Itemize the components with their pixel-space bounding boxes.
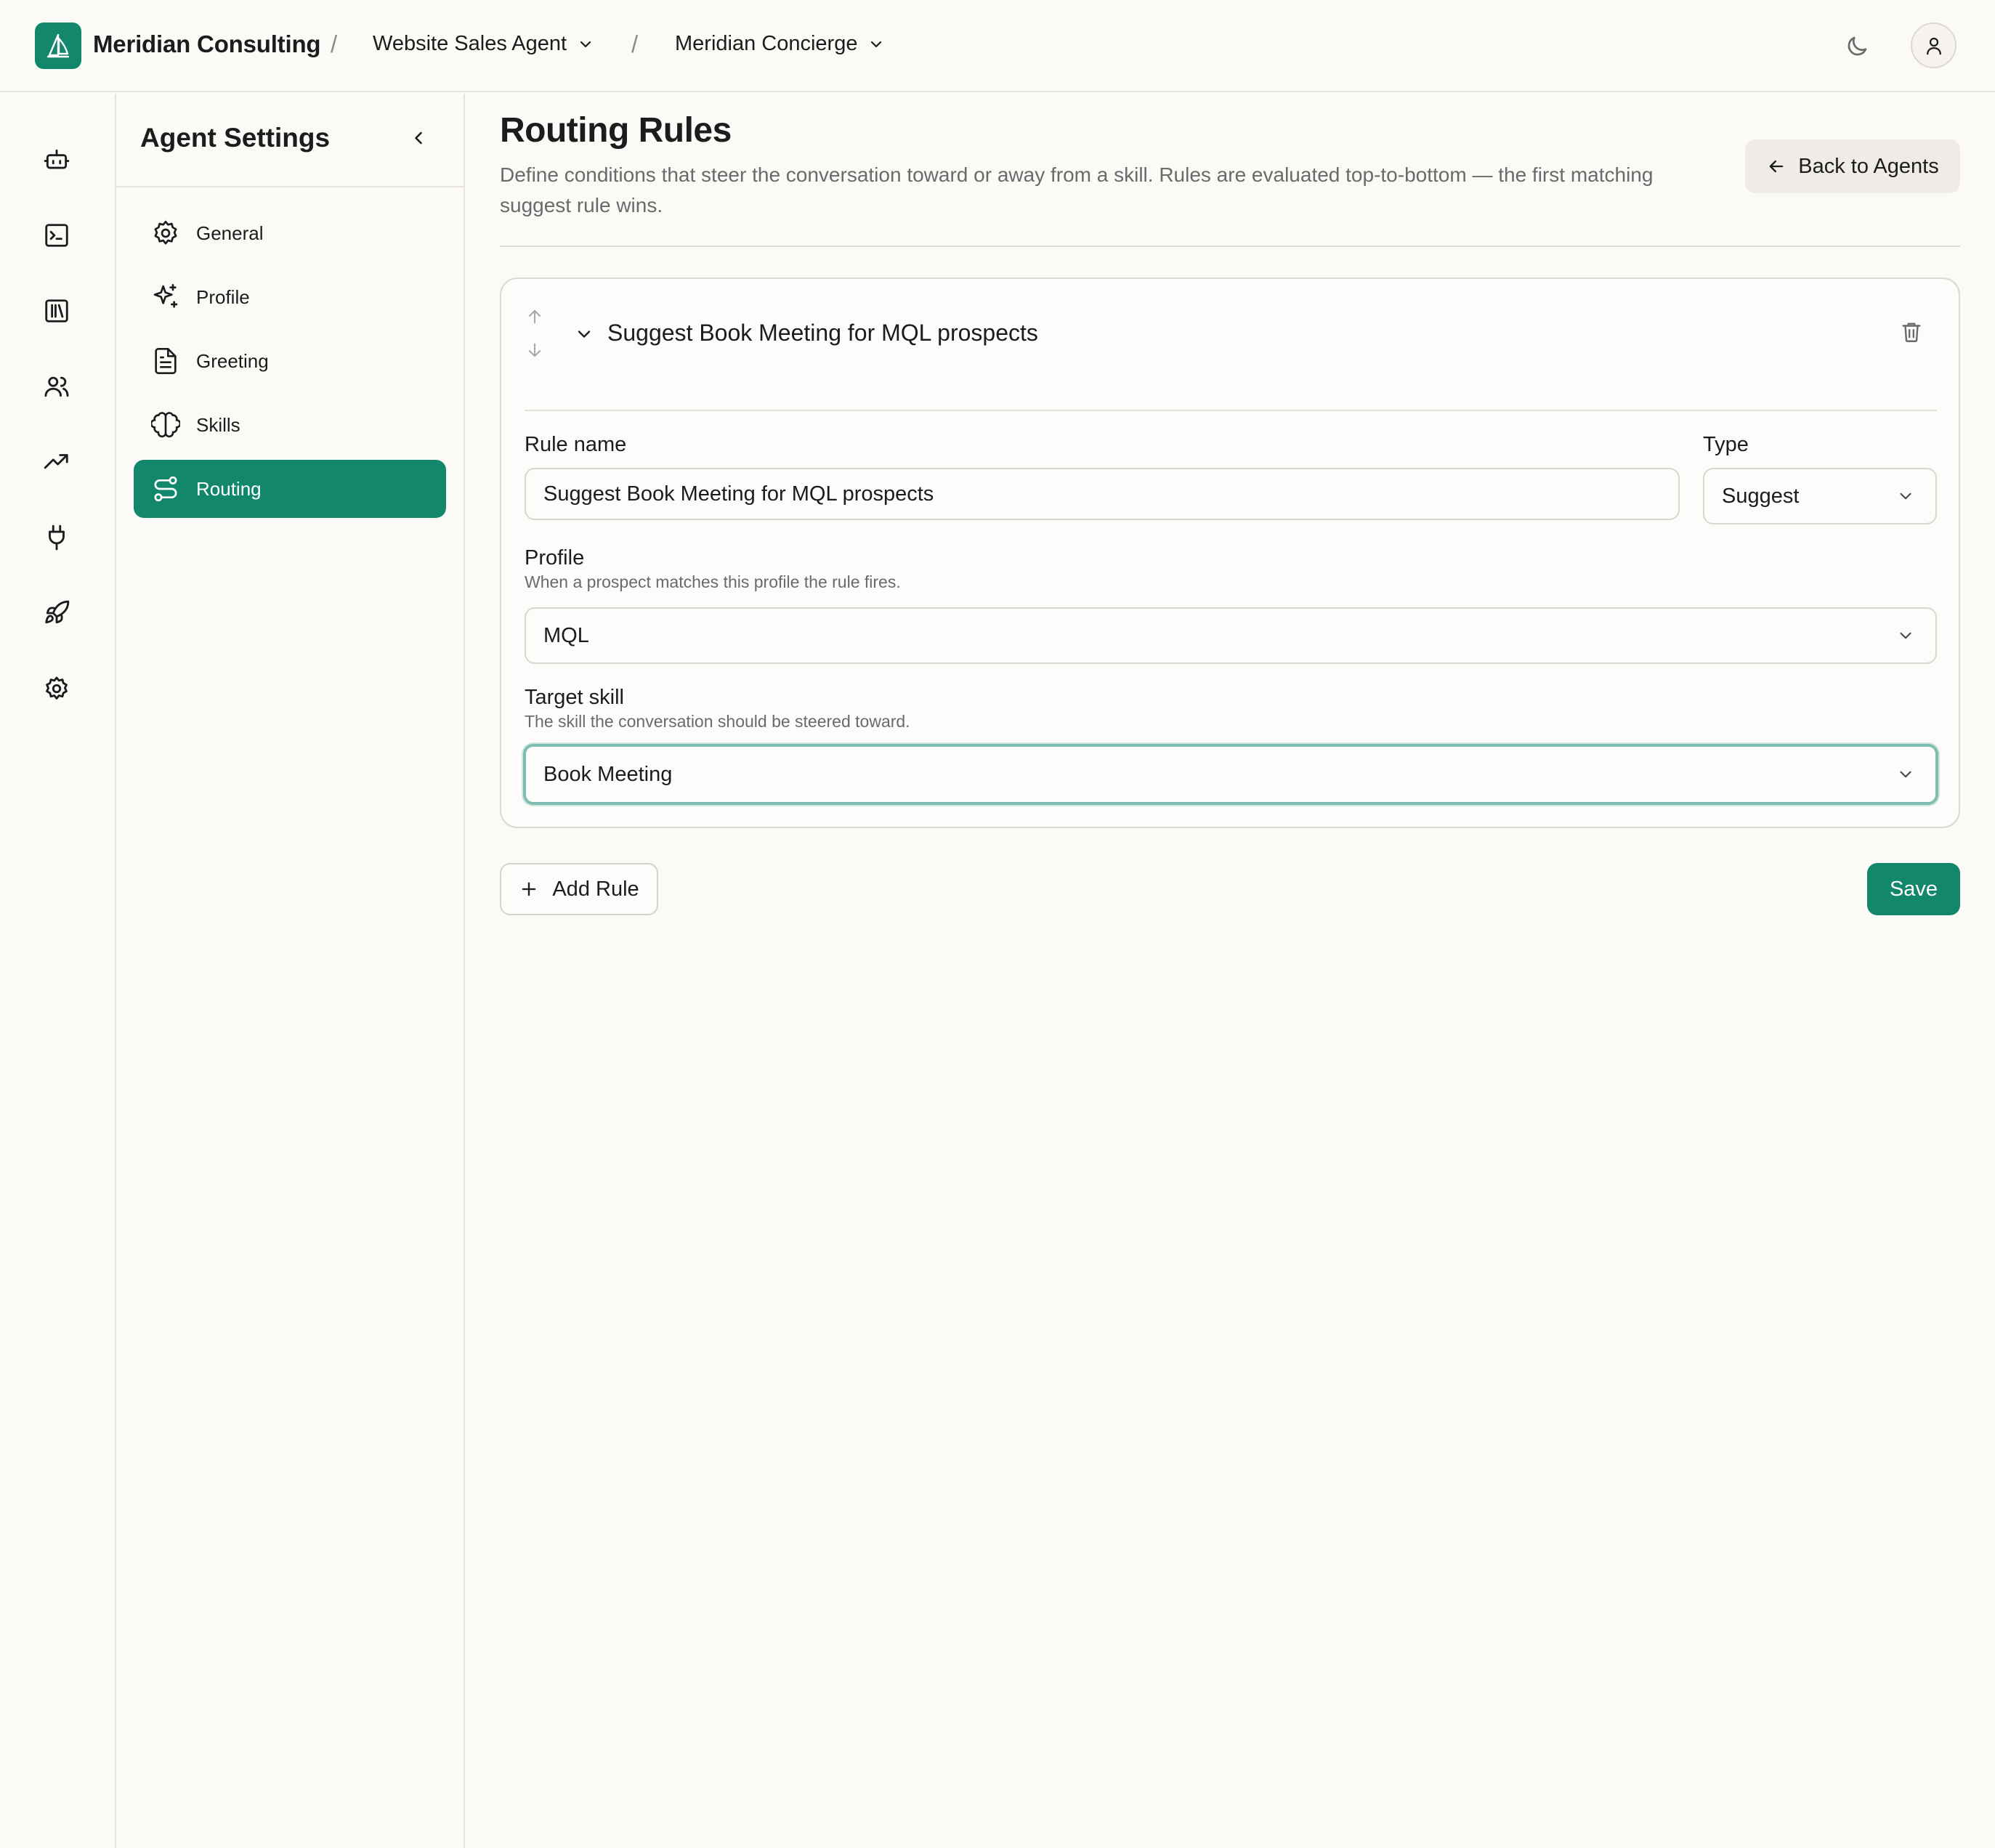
page-description: Define conditions that steer the convers… [500,163,1654,216]
sidebar-item-label: Routing [196,477,262,500]
chevron-down-icon [1900,632,1911,639]
page-title: Routing Rules [500,111,732,150]
sidebar-item-label: General [196,222,264,244]
breadcrumb-separator: / [331,31,338,57]
profile-select-value: MQL [543,623,589,647]
chevron-down-icon [1900,771,1911,778]
chevron-down-icon [871,41,882,47]
sidebar-item-general[interactable]: General [134,204,446,262]
sidebar-item-profile[interactable]: Profile [134,268,446,326]
rule-name-input[interactable] [543,482,1678,506]
type-select[interactable]: Suggest [1703,468,1937,524]
breadcrumb-separator: / [631,31,639,57]
plug-icon[interactable] [42,523,71,552]
sidebar-header: Agent Settings [116,94,464,187]
arrow-left-icon [1769,160,1784,173]
add-rule-button[interactable]: Add Rule [500,863,658,915]
type-label: Type [1703,433,1749,456]
save-button[interactable]: Save [1867,863,1960,915]
header-divider [500,246,1960,247]
bot-icon[interactable] [42,145,71,174]
trending-up-icon[interactable] [42,447,71,477]
arrow-up-icon[interactable] [525,307,545,327]
agent-settings-sidebar: Agent Settings General Profile Greeting … [116,94,465,1848]
document-icon [155,348,177,374]
users-icon[interactable] [42,372,71,401]
rule-card-title: Suggest Book Meeting for MQL prospects [607,320,1038,346]
target-skill-select[interactable]: Book Meeting [523,744,1938,805]
sidebar-item-label: Skills [196,413,240,436]
agent-selector-label: Website Sales Agent [373,32,567,55]
profile-label: Profile [525,546,585,570]
profile-select[interactable]: MQL [525,607,1937,664]
card-divider [525,410,1937,411]
user-icon [1926,37,1941,54]
rocket-icon[interactable] [42,599,71,628]
chevron-down-icon [580,41,591,47]
moon-icon[interactable] [1844,33,1870,60]
persona-selector-label: Meridian Concierge [675,32,858,55]
sidebar-item-greeting[interactable]: Greeting [134,332,446,390]
target-skill-label: Target skill [525,686,624,709]
sidebar-item-label: Profile [196,285,250,308]
icon-rail [0,94,116,1848]
type-select-value: Suggest [1722,484,1800,508]
collapse-sidebar-button[interactable] [405,125,432,151]
org-name[interactable]: Meridian Consulting [93,31,321,58]
target-skill-select-value: Book Meeting [543,762,673,786]
sidebar-item-skills[interactable]: Skills [134,396,446,454]
back-to-agents-button[interactable]: Back to Agents [1745,139,1960,193]
rule-card: Suggest Book Meeting for MQL prospects R… [500,277,1960,828]
back-to-agents-label: Back to Agents [1798,154,1939,178]
profile-hint: When a prospect matches this profile the… [525,572,901,591]
terminal-icon[interactable] [42,221,71,250]
chevron-left-icon [415,131,422,145]
rule-name-field[interactable] [525,468,1680,520]
plus-icon [522,882,536,896]
route-icon [154,476,177,502]
chevron-down-icon [1900,493,1911,500]
settings-icon[interactable] [42,674,71,703]
trash-icon[interactable] [1899,320,1924,344]
rule-name-label: Rule name [525,433,627,456]
arrow-down-icon[interactable] [525,340,545,360]
persona-selector[interactable]: Meridian Concierge [675,32,885,56]
library-icon[interactable] [42,296,71,325]
add-rule-label: Add Rule [552,877,639,901]
brain-icon [151,412,180,438]
sparkles-icon [153,284,178,308]
target-skill-hint: The skill the conversation should be ste… [525,712,910,731]
sidebar-item-label: Greeting [196,349,269,372]
meridian-logo-icon[interactable] [35,23,81,69]
chevron-down-icon[interactable] [574,324,594,344]
gear-icon [154,220,177,245]
reorder-controls [525,307,545,373]
agent-selector[interactable]: Website Sales Agent [373,32,594,56]
user-avatar[interactable] [1911,23,1956,68]
top-bar: Meridian Consulting / Website Sales Agen… [0,0,1995,92]
sidebar-item-routing[interactable]: Routing [134,460,446,518]
sidebar-title: Agent Settings [140,123,331,153]
